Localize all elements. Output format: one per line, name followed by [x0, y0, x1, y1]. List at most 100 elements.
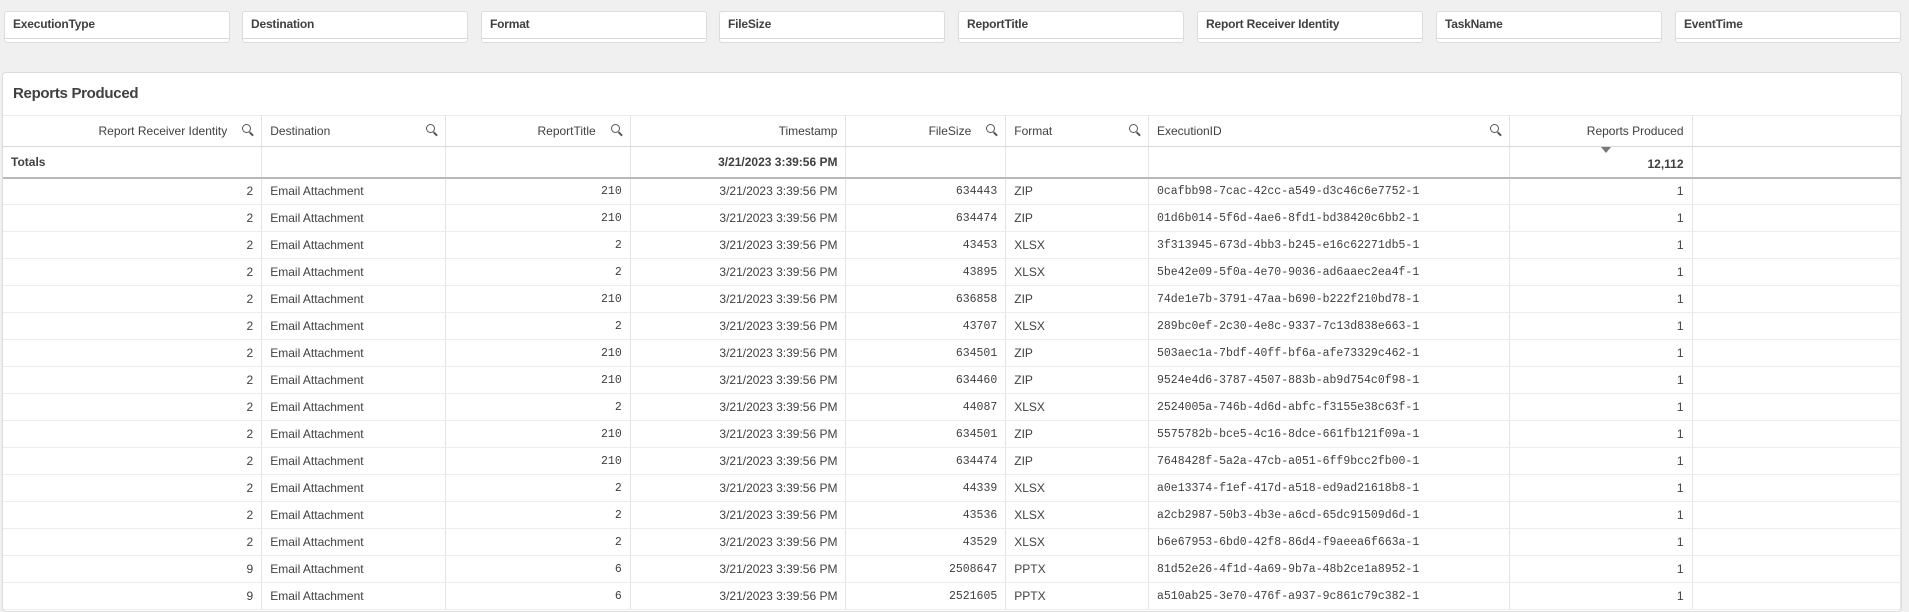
reports-produced-cell[interactable]: 1 — [1509, 528, 1693, 556]
filter-box-destination[interactable]: Destination — [242, 11, 468, 43]
filesize-cell[interactable]: 43536 — [845, 501, 1007, 529]
destination-cell[interactable]: Email Attachment — [261, 258, 446, 286]
reports-produced-cell[interactable]: 1 — [1509, 177, 1693, 205]
format-cell[interactable]: ZIP — [1005, 339, 1149, 367]
destination-cell[interactable]: Email Attachment — [261, 528, 446, 556]
destination-cell[interactable]: Email Attachment — [261, 231, 446, 259]
receiver-identity-cell[interactable]: 2 — [3, 258, 263, 286]
report-title-cell[interactable]: 210 — [445, 177, 631, 205]
timestamp-cell[interactable]: 3/21/2023 3:39:56 PM — [630, 285, 847, 313]
filesize-cell[interactable]: 43707 — [845, 312, 1007, 340]
filesize-cell[interactable]: 636858 — [845, 285, 1007, 313]
receiver-identity-cell[interactable]: 2 — [3, 285, 263, 313]
report-title-cell[interactable]: 6 — [445, 555, 631, 583]
reports-produced-cell[interactable]: 1 — [1509, 582, 1693, 610]
execution-id-cell[interactable]: 74de1e7b-3791-47aa-b690-b222f210bd78-1 — [1148, 285, 1510, 313]
execution-id-cell[interactable]: 81d52e26-4f1d-4a69-9b7a-48b2ce1a8952-1 — [1148, 555, 1510, 583]
filter-box-executiontype[interactable]: ExecutionType — [4, 11, 230, 43]
table-row[interactable]: 2 Email Attachment 210 3/21/2023 3:39:56 PM… — [3, 204, 1901, 232]
execution-id-cell[interactable]: 3f313945-673d-4bb3-b245-e16c62271db5-1 — [1148, 231, 1510, 259]
reports-produced-cell[interactable]: 1 — [1509, 501, 1693, 529]
reports-produced-cell[interactable]: 1 — [1509, 339, 1693, 367]
execution-id-cell[interactable]: 5575782b-bce5-4c16-8dce-661fb121f09a-1 — [1148, 420, 1510, 448]
execution-id-cell[interactable]: 7648428f-5a2a-47cb-a051-6ff9bcc2fb00-1 — [1148, 447, 1510, 475]
timestamp-cell[interactable]: 3/21/2023 3:39:56 PM — [630, 447, 847, 475]
search-icon[interactable] — [986, 124, 996, 133]
header-destination[interactable]: Destination — [261, 115, 446, 147]
format-cell[interactable]: PPTX — [1005, 555, 1149, 583]
destination-cell[interactable]: Email Attachment — [261, 555, 446, 583]
format-cell[interactable]: XLSX — [1005, 231, 1149, 259]
receiver-identity-cell[interactable]: 2 — [3, 501, 263, 529]
format-cell[interactable]: XLSX — [1005, 474, 1149, 502]
filesize-cell[interactable]: 634501 — [845, 420, 1007, 448]
table-row[interactable]: 2 Email Attachment 2 3/21/2023 3:39:56 PM 43… — [3, 501, 1901, 529]
table-row[interactable]: 2 Email Attachment 210 3/21/2023 3:39:56 PM… — [3, 177, 1901, 205]
filesize-cell[interactable]: 634460 — [845, 366, 1007, 394]
receiver-identity-cell[interactable]: 9 — [3, 582, 263, 610]
filter-box-taskname[interactable]: TaskName — [1436, 11, 1662, 43]
format-cell[interactable]: ZIP — [1005, 204, 1149, 232]
timestamp-cell[interactable]: 3/21/2023 3:39:56 PM — [630, 231, 847, 259]
table-row[interactable]: 9 Email Attachment 6 3/21/2023 3:39:56 PM 25… — [3, 582, 1901, 610]
header-filesize[interactable]: FileSize — [845, 115, 1007, 147]
filesize-cell[interactable]: 634501 — [845, 339, 1007, 367]
table-row[interactable]: 2 Email Attachment 210 3/21/2023 3:39:56 PM… — [3, 447, 1901, 475]
receiver-identity-cell[interactable]: 2 — [3, 204, 263, 232]
table-row[interactable]: 2 Email Attachment 210 3/21/2023 3:39:56 PM… — [3, 285, 1901, 313]
receiver-identity-cell[interactable]: 2 — [3, 393, 263, 421]
reports-produced-cell[interactable]: 1 — [1509, 285, 1693, 313]
filesize-cell[interactable]: 634474 — [845, 447, 1007, 475]
format-cell[interactable]: XLSX — [1005, 312, 1149, 340]
timestamp-cell[interactable]: 3/21/2023 3:39:56 PM — [630, 339, 847, 367]
format-cell[interactable]: ZIP — [1005, 366, 1149, 394]
destination-cell[interactable]: Email Attachment — [261, 204, 446, 232]
report-title-cell[interactable]: 2 — [445, 474, 631, 502]
filesize-cell[interactable]: 43453 — [845, 231, 1007, 259]
execution-id-cell[interactable]: 0cafbb98-7cac-42cc-a549-d3c46c6e7752-1 — [1148, 177, 1510, 205]
reports-produced-cell[interactable]: 1 — [1509, 258, 1693, 286]
reports-produced-cell[interactable]: 1 — [1509, 312, 1693, 340]
reports-produced-cell[interactable]: 1 — [1509, 231, 1693, 259]
receiver-identity-cell[interactable]: 2 — [3, 231, 263, 259]
filter-box-reporttitle[interactable]: ReportTitle — [958, 11, 1184, 43]
table-row[interactable]: 2 Email Attachment 210 3/21/2023 3:39:56 PM… — [3, 339, 1901, 367]
report-title-cell[interactable]: 210 — [445, 204, 631, 232]
destination-cell[interactable]: Email Attachment — [261, 501, 446, 529]
timestamp-cell[interactable]: 3/21/2023 3:39:56 PM — [630, 582, 847, 610]
format-cell[interactable]: PPTX — [1005, 582, 1149, 610]
report-title-cell[interactable]: 2 — [445, 393, 631, 421]
report-title-cell[interactable]: 2 — [445, 258, 631, 286]
filesize-cell[interactable]: 2521605 — [845, 582, 1007, 610]
header-report-title[interactable]: ReportTitle — [445, 115, 631, 147]
receiver-identity-cell[interactable]: 2 — [3, 528, 263, 556]
report-title-cell[interactable]: 210 — [445, 285, 631, 313]
timestamp-cell[interactable]: 3/21/2023 3:39:56 PM — [630, 177, 847, 205]
timestamp-cell[interactable]: 3/21/2023 3:39:56 PM — [630, 474, 847, 502]
table-row[interactable]: 2 Email Attachment 2 3/21/2023 3:39:56 PM 43… — [3, 312, 1901, 340]
filesize-cell[interactable]: 44087 — [845, 393, 1007, 421]
receiver-identity-cell[interactable]: 2 — [3, 312, 263, 340]
filter-box-filesize[interactable]: FileSize — [719, 11, 945, 43]
table-row[interactable]: 2 Email Attachment 2 3/21/2023 3:39:56 PM 43… — [3, 231, 1901, 259]
header-format[interactable]: Format — [1005, 115, 1149, 147]
header-report-receiver-identity[interactable]: Report Receiver Identity — [3, 115, 263, 147]
search-icon[interactable] — [426, 124, 435, 133]
filesize-cell[interactable]: 634443 — [845, 177, 1007, 205]
destination-cell[interactable]: Email Attachment — [261, 177, 446, 205]
reports-produced-cell[interactable]: 1 — [1509, 420, 1693, 448]
destination-cell[interactable]: Email Attachment — [261, 312, 446, 340]
report-title-cell[interactable]: 2 — [445, 231, 631, 259]
format-cell[interactable]: XLSX — [1005, 393, 1149, 421]
filesize-cell[interactable]: 43895 — [845, 258, 1007, 286]
timestamp-cell[interactable]: 3/21/2023 3:39:56 PM — [630, 501, 847, 529]
execution-id-cell[interactable]: a510ab25-3e70-476f-a937-9c861c79c382-1 — [1148, 582, 1510, 610]
timestamp-cell[interactable]: 3/21/2023 3:39:56 PM — [630, 312, 847, 340]
report-title-cell[interactable]: 210 — [445, 366, 631, 394]
header-reports-produced[interactable]: Reports Produced — [1509, 115, 1693, 147]
reports-produced-cell[interactable]: 1 — [1509, 447, 1693, 475]
format-cell[interactable]: XLSX — [1005, 528, 1149, 556]
filter-box-report-receiver-identity[interactable]: Report Receiver Identity — [1197, 11, 1423, 43]
receiver-identity-cell[interactable]: 2 — [3, 177, 263, 205]
destination-cell[interactable]: Email Attachment — [261, 420, 446, 448]
